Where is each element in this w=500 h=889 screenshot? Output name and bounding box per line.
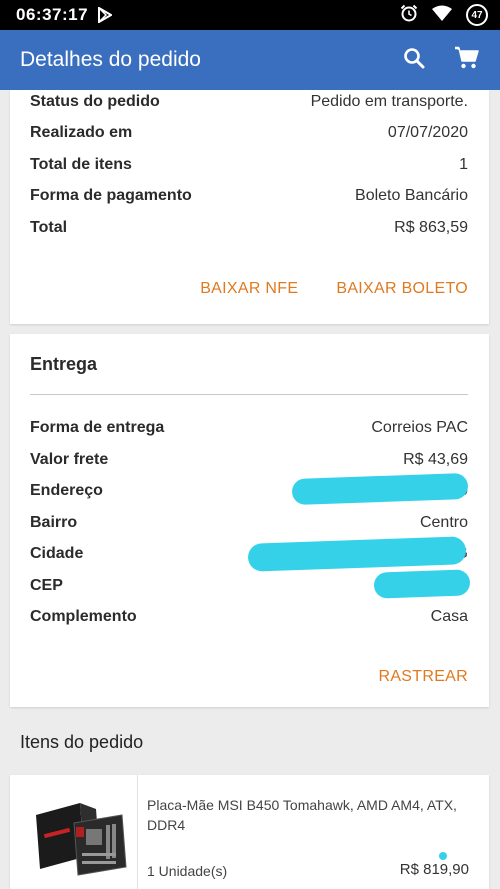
row-value: Correios PAC [371, 419, 468, 436]
redaction-mark [373, 569, 471, 599]
row-value: Centro [419, 514, 468, 531]
order-row-item-count: Total de itens 1 [30, 153, 468, 177]
order-summary-card: Status do pedido Pedido em transporte. R… [10, 90, 489, 324]
delivery-row-shipping-cost: Valor frete R$ 43,69 [30, 448, 468, 472]
divider [137, 775, 138, 889]
battery-icon: 47 [466, 4, 488, 26]
order-row-status: Status do pedido Pedido em transporte. [30, 90, 468, 114]
alarm-icon [400, 4, 418, 27]
row-label: Total [30, 219, 68, 236]
cart-icon[interactable] [454, 46, 480, 75]
row-label: Forma de pagamento [30, 187, 192, 204]
row-label: Forma de entrega [30, 419, 165, 436]
row-value: Casa [430, 608, 468, 625]
search-icon[interactable] [402, 46, 426, 75]
delivery-row-method: Forma de entrega Correios PAC [30, 416, 468, 440]
order-item-card[interactable]: Placa-Mãe MSI B450 Tomahawk, AMD AM4, AT… [10, 775, 489, 889]
row-label: Complemento [30, 608, 137, 625]
app-bar: Detalhes do pedido [0, 30, 500, 90]
row-label: Cidade [30, 545, 84, 562]
delivery-row-district: Bairro Centro [30, 511, 468, 535]
download-boleto-button[interactable]: BAIXAR BOLETO [336, 280, 468, 298]
product-name: Placa-Mãe MSI B450 Tomahawk, AMD AM4, AT… [147, 797, 457, 833]
download-nfe-button[interactable]: BAIXAR NFE [200, 280, 298, 298]
delivery-actions: RASTREAR [378, 668, 468, 686]
track-button[interactable]: RASTREAR [378, 668, 468, 686]
row-label: Valor frete [30, 451, 109, 468]
row-value: R$ 863,59 [394, 219, 468, 236]
order-row-total: Total R$ 863,59 [30, 216, 468, 240]
row-label: CEP [30, 577, 63, 594]
product-price: R$ 819,90 [399, 861, 469, 878]
product-image [22, 793, 132, 889]
row-label: Realizado em [30, 124, 133, 141]
delivery-row-complement: Complemento Casa [30, 605, 468, 629]
order-row-date: Realizado em 07/07/2020 [30, 121, 468, 145]
order-row-payment: Forma de pagamento Boleto Bancário [30, 184, 468, 208]
order-actions: BAIXAR NFE BAIXAR BOLETO [200, 280, 468, 298]
row-label: Total de itens [30, 156, 132, 173]
row-label: Endereço [30, 482, 103, 499]
play-store-icon [98, 7, 113, 23]
row-label: Status do pedido [30, 93, 160, 110]
row-label: Bairro [30, 514, 78, 531]
divider [30, 394, 468, 395]
wifi-icon [432, 5, 452, 26]
row-value: Pedido em transporte. [310, 93, 468, 110]
delivery-title: Entrega [30, 354, 98, 374]
row-value: 1 [459, 156, 468, 173]
row-value: 07/07/2020 [387, 124, 468, 141]
row-value: Boleto Bancário [355, 187, 468, 204]
page-title: Detalhes do pedido [20, 48, 201, 71]
redaction-dot [439, 852, 447, 860]
delivery-card: Entrega Forma de entrega Correios PAC Va… [10, 334, 489, 707]
items-heading: Itens do pedido [20, 732, 144, 752]
clock: 06:37:17 [16, 5, 89, 24]
row-value: R$ 43,69 [403, 451, 468, 468]
status-bar: 06:37:17 47 [0, 0, 500, 30]
product-quantity: 1 Unidade(s) [147, 863, 228, 879]
